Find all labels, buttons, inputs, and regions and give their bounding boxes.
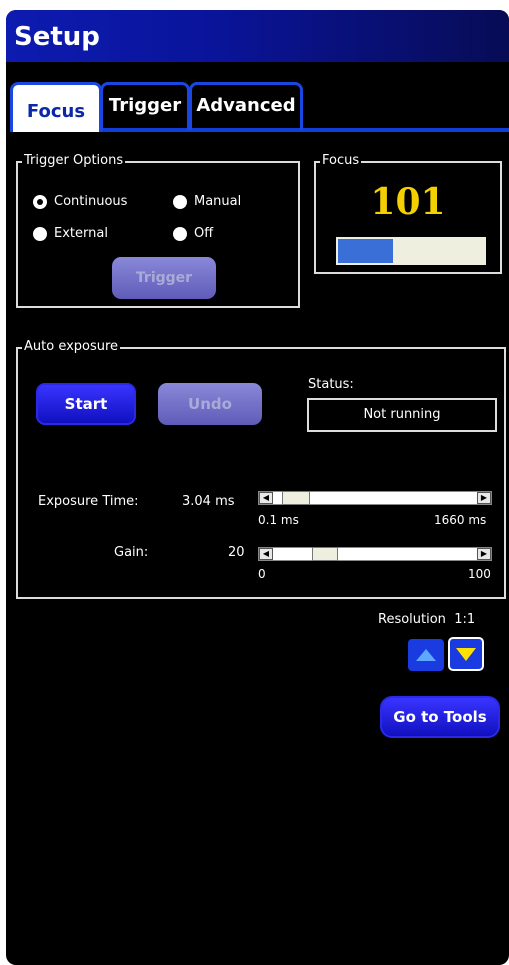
focus-bar-fill (338, 239, 393, 263)
resolution-readout: Resolution 1:1 (378, 612, 475, 627)
focus-bar (336, 237, 486, 265)
gain-right-arrow[interactable]: ▶ (477, 548, 491, 560)
gain-slider-thumb[interactable] (312, 547, 338, 561)
tab-advanced[interactable]: Advanced (189, 82, 303, 130)
gain-label: Gain: (114, 545, 149, 560)
undo-button[interactable]: Undo (158, 383, 262, 425)
exposure-time-value: 3.04 ms (182, 494, 235, 509)
exposure-max-label: 1660 ms (434, 513, 487, 527)
status-label: Status: (308, 377, 354, 392)
start-button[interactable]: Start (36, 383, 136, 425)
resolution-up-button[interactable] (408, 639, 444, 671)
go-to-tools-button[interactable]: Go to Tools (380, 696, 500, 738)
exposure-time-label: Exposure Time: (38, 494, 139, 509)
gain-slider[interactable]: ◀ ▶ (258, 547, 492, 561)
exposure-slider-thumb[interactable] (282, 491, 310, 505)
exposure-time-slider[interactable]: ◀ ▶ (258, 491, 492, 505)
setup-window: Setup Focus Trigger Advanced Trigger Opt… (6, 10, 509, 965)
gain-left-arrow[interactable]: ◀ (259, 548, 273, 560)
tab-advanced-label: Advanced (196, 95, 296, 116)
down-arrow-icon (456, 648, 476, 661)
off-radio[interactable] (173, 227, 187, 241)
exposure-left-arrow[interactable]: ◀ (259, 492, 273, 504)
auto-exposure-group: Auto exposure Start Undo Status: Not run… (16, 339, 506, 599)
continuous-radio[interactable] (33, 195, 47, 209)
tab-trigger-label: Trigger (108, 95, 182, 116)
up-arrow-icon (416, 649, 436, 661)
window-title: Setup (14, 22, 100, 52)
resolution-label: Resolution (378, 612, 446, 627)
continuous-label: Continuous (54, 194, 128, 209)
focus-value: 101 (370, 181, 446, 223)
trigger-button[interactable]: Trigger (112, 257, 216, 299)
gain-max-label: 100 (468, 567, 491, 581)
resolution-value: 1:1 (454, 612, 476, 627)
title-bar: Setup (6, 10, 509, 62)
off-label: Off (194, 226, 214, 241)
gain-min-label: 0 (258, 567, 266, 581)
external-label: External (54, 226, 108, 241)
auto-exposure-legend: Auto exposure (22, 339, 121, 354)
exposure-right-arrow[interactable]: ▶ (477, 492, 491, 504)
exposure-min-label: 0.1 ms (258, 513, 299, 527)
manual-label: Manual (194, 194, 242, 209)
focus-legend: Focus (320, 153, 362, 168)
manual-radio[interactable] (173, 195, 187, 209)
trigger-options-group: Trigger Options Continuous Manual Extern… (16, 153, 300, 308)
gain-value: 20 (228, 545, 245, 560)
external-radio[interactable] (33, 227, 47, 241)
status-box: Not running (307, 398, 497, 432)
focus-group: Focus 101 (314, 153, 502, 274)
tab-focus[interactable]: Focus (10, 82, 102, 132)
status-value: Not running (363, 407, 441, 422)
tab-focus-label: Focus (26, 101, 86, 122)
resolution-down-button[interactable] (448, 637, 484, 671)
tab-trigger[interactable]: Trigger (100, 82, 190, 130)
trigger-options-legend: Trigger Options (22, 153, 126, 168)
